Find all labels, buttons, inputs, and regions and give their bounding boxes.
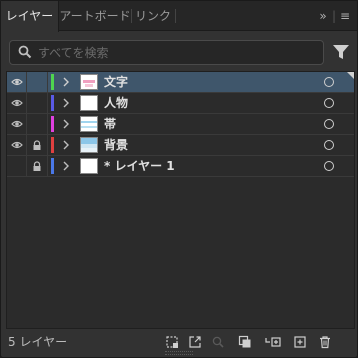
create-new-layer-button[interactable] [291, 333, 309, 351]
chevron-right-icon[interactable] [60, 160, 72, 172]
target-circle-icon[interactable] [324, 140, 334, 150]
layer-color-bar [51, 95, 54, 111]
layer-name[interactable]: 文字 [104, 72, 128, 92]
eye-icon [11, 120, 23, 128]
target-circle-icon[interactable] [324, 119, 334, 129]
visibility-toggle[interactable] [7, 93, 27, 113]
delete-button[interactable] [316, 333, 334, 351]
create-sublayer-icon [265, 337, 281, 347]
thumbnail-mark [81, 138, 97, 144]
target-circle-icon[interactable] [324, 161, 334, 171]
collapse-panel-button[interactable]: » [315, 1, 331, 31]
layer-name[interactable]: 人物 [104, 93, 128, 113]
layer-name[interactable]: 帯 [104, 114, 116, 134]
chevron-right-icon[interactable] [60, 76, 72, 88]
layer-name[interactable]: 背景 [104, 135, 128, 155]
eye-icon [11, 141, 23, 149]
thumbnail-mark [81, 121, 97, 123]
visibility-toggle[interactable] [7, 72, 27, 92]
layer-thumbnail [80, 74, 98, 90]
lock-toggle[interactable] [28, 156, 48, 176]
create-sublayer-button[interactable] [263, 333, 281, 351]
layer-name[interactable]: * レイヤー 1 [104, 156, 175, 176]
make-clipping-mask-button[interactable] [236, 333, 254, 351]
layer-color-bar [51, 137, 54, 153]
visibility-toggle[interactable] [7, 156, 27, 176]
lock-toggle[interactable] [28, 72, 48, 92]
panel-resize-grip[interactable] [165, 351, 193, 355]
chevron-right-icon[interactable] [60, 118, 72, 130]
visibility-toggle[interactable] [7, 114, 27, 134]
layer-count-label: 5 レイヤー [8, 335, 68, 349]
search-icon [18, 45, 32, 59]
lock-icon [33, 140, 41, 150]
create-new-layer-icon [294, 336, 306, 348]
export-icon [189, 336, 201, 348]
chevron-right-icon[interactable] [60, 97, 72, 109]
thumbnail-mark [83, 80, 95, 83]
locate-object-button[interactable] [209, 333, 227, 351]
export-button[interactable] [186, 333, 204, 351]
lock-toggle[interactable] [28, 135, 48, 155]
tab-artboards[interactable]: アートボード [59, 1, 131, 31]
eye-icon [11, 99, 23, 107]
locate-object-icon [212, 336, 224, 348]
layers-panel: レイヤー アートボード リンク » | ≡ すべてを検索 文字 人物 帯 背景 … [0, 0, 358, 358]
layer-row-jinbutsu[interactable]: 人物 [7, 93, 354, 114]
layer-thumbnail [80, 158, 98, 174]
panel-tab-bar: レイヤー アートボード リンク » | ≡ [1, 1, 357, 32]
layer-row-moji[interactable]: 文字 [7, 72, 354, 93]
lock-icon [33, 161, 41, 171]
lock-toggle[interactable] [28, 114, 48, 134]
layer-thumbnail [80, 95, 98, 111]
layer-thumbnail [80, 137, 98, 153]
layer-thumbnail [80, 116, 98, 132]
search-input[interactable] [38, 43, 318, 62]
tab-layers[interactable]: レイヤー [1, 1, 59, 32]
filter-icon[interactable] [330, 41, 352, 63]
layer-row-layer-1[interactable]: * レイヤー 1 [7, 156, 354, 177]
trash-icon [320, 336, 330, 349]
panel-menu-button[interactable]: ≡ [337, 1, 353, 31]
layer-color-bar [51, 116, 54, 132]
tab-divider [175, 9, 176, 23]
thumbnail-mark [85, 84, 93, 87]
thumbnail-mark [81, 148, 97, 152]
search-box [9, 40, 324, 65]
thumbnail-mark [81, 126, 97, 128]
lock-toggle[interactable] [28, 93, 48, 113]
layers-list: 文字 人物 帯 背景 * レイヤー 1 [6, 71, 355, 329]
layer-color-bar [51, 158, 54, 174]
target-circle-icon[interactable] [324, 98, 334, 108]
visibility-toggle[interactable] [7, 135, 27, 155]
layer-color-bar [51, 74, 54, 90]
selection-indicator [347, 72, 354, 79]
layer-row-obi[interactable]: 帯 [7, 114, 354, 135]
make-clipping-mask-icon [238, 335, 251, 348]
chevron-right-icon[interactable] [60, 139, 72, 151]
collect-for-export-icon [166, 336, 178, 348]
tab-links[interactable]: リンク [131, 1, 175, 31]
target-circle-icon[interactable] [324, 77, 334, 87]
collect-for-export-button[interactable] [163, 333, 181, 351]
layer-row-haikei[interactable]: 背景 [7, 135, 354, 156]
eye-icon [11, 78, 23, 86]
